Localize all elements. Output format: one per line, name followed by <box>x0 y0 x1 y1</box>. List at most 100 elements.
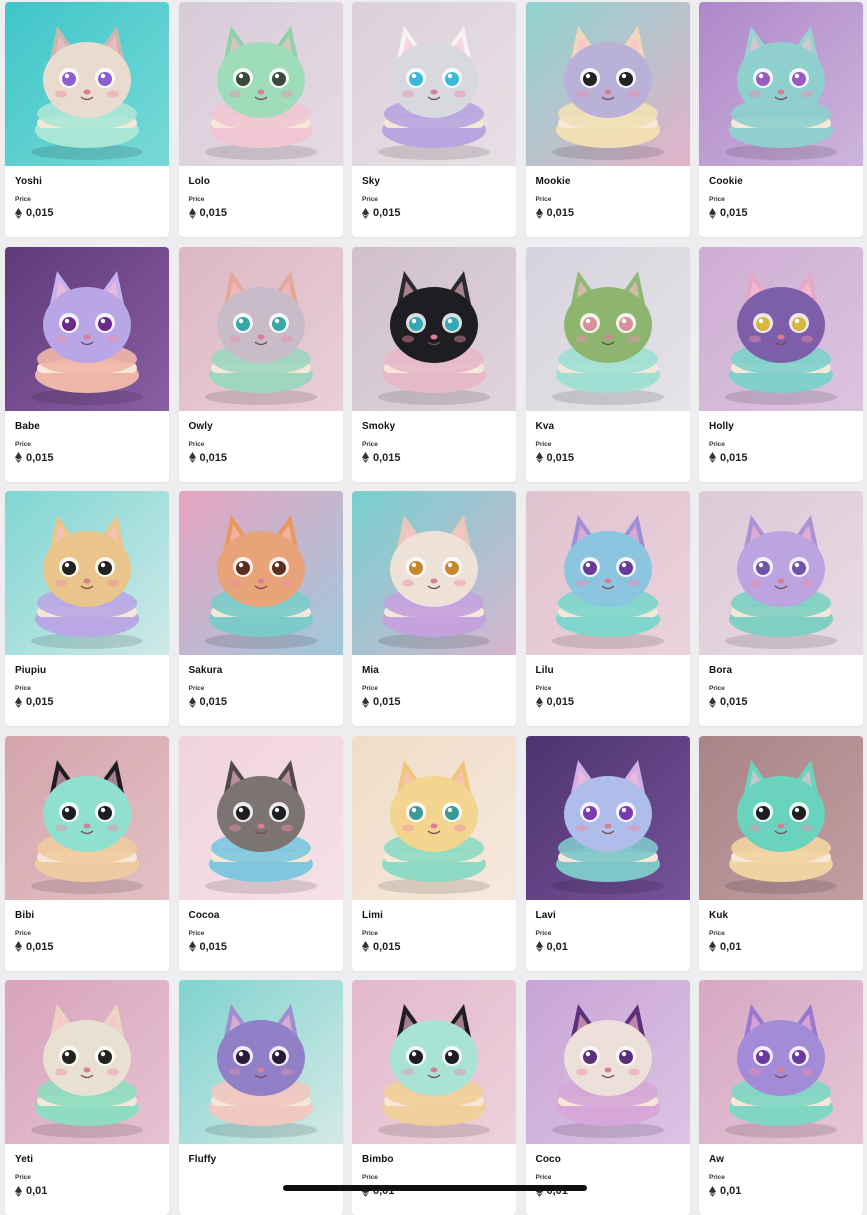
nft-name[interactable]: Bibi <box>15 909 159 922</box>
nft-card[interactable]: Babe Price 0,015 <box>5 246 169 482</box>
nft-card[interactable]: Kva Price 0,015 <box>525 246 690 482</box>
price-value: 0,015 <box>26 207 54 219</box>
nft-name[interactable]: Lilu <box>536 664 680 677</box>
nft-card[interactable]: Owly Price 0,015 <box>178 246 343 482</box>
nft-name[interactable]: Coco <box>536 1153 680 1166</box>
nft-card[interactable]: Kuk Price 0,01 <box>699 735 863 971</box>
nft-name[interactable]: Kva <box>536 420 680 433</box>
nft-name[interactable]: Smoky <box>362 420 506 433</box>
nft-card[interactable]: Coco Price 0,01 <box>525 980 690 1215</box>
nft-card[interactable]: Lavi Price 0,01 <box>525 735 690 971</box>
nft-card[interactable]: Lilu Price 0,015 <box>525 491 690 726</box>
nft-card[interactable]: Bora Price 0,015 <box>699 491 863 726</box>
price-label: Price <box>535 440 552 448</box>
price-value: 0,01 <box>546 940 568 953</box>
nft-card[interactable]: Yoshi Price 0,015 <box>5 2 169 237</box>
nft-info: Coco Price 0,01 <box>526 1144 690 1215</box>
nft-name[interactable]: Mookie <box>536 175 680 188</box>
nft-image[interactable] <box>525 246 690 411</box>
nft-name[interactable]: Fluffy <box>189 1153 333 1166</box>
nft-name[interactable]: Owly <box>189 420 333 433</box>
nft-image[interactable] <box>178 735 343 900</box>
price-row: 0,01 <box>709 1184 853 1198</box>
price-label: Price <box>188 196 205 203</box>
nft-card[interactable]: Fluffy <box>178 980 343 1215</box>
nft-card[interactable]: Cookie Price 0,015 <box>699 2 863 237</box>
price-row: 0,015 <box>15 451 159 465</box>
nft-image[interactable] <box>5 2 169 166</box>
nft-card[interactable]: Holly Price 0,015 <box>699 246 863 482</box>
nft-card[interactable]: Yeti Price 0,01 <box>5 980 169 1215</box>
nft-name[interactable]: Cocoa <box>189 909 333 922</box>
nft-image[interactable] <box>5 491 169 655</box>
price-row: 0,015 <box>362 940 506 954</box>
nft-name[interactable]: Lolo <box>189 175 333 188</box>
nft-image[interactable] <box>178 491 343 655</box>
nft-image[interactable] <box>5 980 169 1144</box>
nft-image[interactable] <box>352 246 516 411</box>
nft-info: Smoky Price 0,015 <box>352 411 516 482</box>
nft-card[interactable]: Limi Price 0,015 <box>352 735 516 971</box>
price-label: Price <box>709 196 725 203</box>
nft-image[interactable] <box>5 246 169 411</box>
nft-info: Limi Price 0,015 <box>352 900 516 971</box>
nft-name[interactable]: Cookie <box>709 175 853 188</box>
nft-name[interactable]: Bora <box>709 664 853 677</box>
nft-image[interactable] <box>352 2 516 166</box>
nft-card[interactable]: Lolo Price 0,015 <box>178 2 343 237</box>
nft-name[interactable]: Mia <box>362 664 506 677</box>
nft-image[interactable] <box>699 735 863 900</box>
nft-image[interactable] <box>5 735 169 900</box>
nft-name[interactable]: Limi <box>362 909 506 922</box>
ethereum-icon <box>709 941 716 952</box>
nft-card[interactable]: Piupiu Price 0,015 <box>5 491 169 726</box>
ethereum-icon <box>15 941 22 952</box>
nft-name[interactable]: Aw <box>709 1153 853 1166</box>
nft-name[interactable]: Piupiu <box>15 664 159 677</box>
nft-name[interactable]: Sakura <box>189 664 333 677</box>
nft-image[interactable] <box>352 491 516 655</box>
nft-name[interactable]: Babe <box>15 420 159 433</box>
nft-card[interactable]: Cocoa Price 0,015 <box>178 735 343 971</box>
nft-image[interactable] <box>352 980 516 1144</box>
nft-image[interactable] <box>525 735 690 900</box>
nft-name[interactable]: Bimbo <box>362 1153 506 1166</box>
nft-card[interactable]: Sakura Price 0,015 <box>178 491 343 726</box>
nft-name[interactable]: Sky <box>362 175 506 188</box>
nft-card[interactable]: Bimbo Price 0,01 <box>352 980 516 1215</box>
nft-image[interactable] <box>178 980 343 1144</box>
nft-image[interactable] <box>699 2 863 166</box>
nft-card[interactable]: Mookie Price 0,015 <box>525 2 690 237</box>
nft-image[interactable] <box>699 246 863 411</box>
nft-image[interactable] <box>352 735 516 900</box>
nft-name[interactable]: Lavi <box>536 909 680 922</box>
price-row: 0,015 <box>535 451 680 465</box>
nft-card[interactable]: Sky Price 0,015 <box>352 2 516 237</box>
nft-card[interactable]: Aw Price 0,01 <box>699 980 863 1215</box>
price-value: 0,01 <box>26 1185 48 1197</box>
price-label: Price <box>535 196 552 203</box>
nft-image[interactable] <box>699 491 863 655</box>
nft-info: Bora Price 0,015 <box>699 655 863 726</box>
nft-name[interactable]: Holly <box>709 420 853 433</box>
nft-image[interactable] <box>178 2 343 166</box>
price-row: 0,015 <box>188 451 333 465</box>
nft-card[interactable]: Bibi Price 0,015 <box>5 735 169 971</box>
nft-image[interactable] <box>525 2 690 166</box>
ethereum-icon <box>535 452 543 463</box>
nft-card[interactable]: Smoky Price 0,015 <box>352 246 516 482</box>
nft-info: Lavi Price 0,01 <box>526 900 690 971</box>
nft-image[interactable] <box>525 980 690 1144</box>
ethereum-icon <box>362 941 369 952</box>
nft-name[interactable]: Yeti <box>15 1153 159 1166</box>
nft-info: Piupiu Price 0,015 <box>5 655 169 726</box>
nft-name[interactable]: Yoshi <box>15 175 159 188</box>
price-value: 0,015 <box>199 451 228 464</box>
price-row: 0,01 <box>15 1184 159 1198</box>
nft-info: Owly Price 0,015 <box>179 411 343 482</box>
nft-card[interactable]: Mia Price 0,015 <box>352 491 516 726</box>
nft-name[interactable]: Kuk <box>709 909 853 922</box>
nft-image[interactable] <box>525 491 690 655</box>
nft-image[interactable] <box>699 980 863 1144</box>
nft-image[interactable] <box>178 246 343 411</box>
